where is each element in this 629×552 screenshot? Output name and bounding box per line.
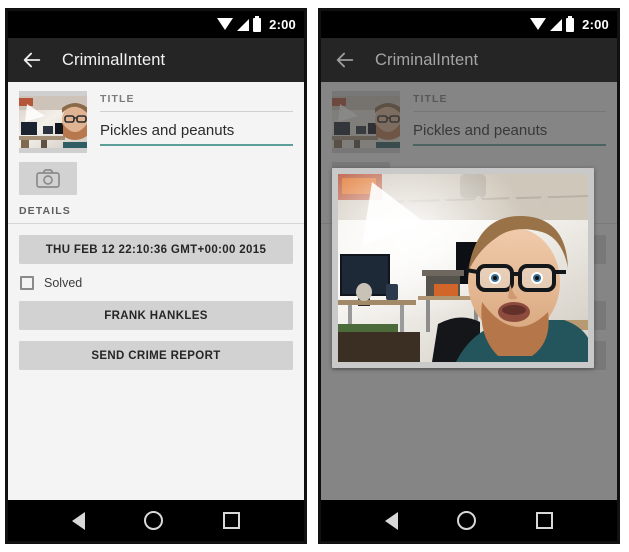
signal-icon	[550, 18, 563, 31]
title-top-divider	[413, 111, 606, 112]
title-input[interactable]: Pickles and peanuts	[100, 122, 293, 144]
phone-screen-right: 2:00 CriminalIntent TITLE Pickles and pe…	[318, 8, 620, 544]
crime-photo-fullsize	[338, 174, 588, 362]
battery-icon	[253, 15, 262, 32]
wifi-icon	[530, 18, 547, 30]
camera-icon	[36, 169, 60, 188]
signal-icon	[237, 18, 250, 31]
app-toolbar: CriminalIntent	[321, 38, 617, 82]
solved-checkbox-row[interactable]: Solved	[20, 276, 293, 290]
title-input-underline	[100, 144, 293, 146]
details-divider	[8, 223, 304, 224]
details-section-label: DETAILS	[19, 205, 71, 217]
title-field-label: TITLE	[100, 93, 135, 105]
battery-icon	[566, 15, 575, 32]
android-nav-bar	[321, 500, 617, 541]
status-icon-group: 2:00	[530, 15, 609, 32]
title-top-divider	[100, 111, 293, 112]
crime-photo-thumbnail	[19, 96, 87, 148]
status-bar: 2:00	[8, 11, 304, 38]
send-report-button[interactable]: SEND CRIME REPORT	[19, 341, 293, 370]
status-icon-group: 2:00	[217, 15, 296, 32]
wifi-icon	[217, 18, 234, 30]
nav-back-icon[interactable]	[384, 511, 398, 530]
back-arrow-icon[interactable]	[334, 49, 356, 71]
title-field-label: TITLE	[413, 93, 448, 105]
two-phone-screenshot-comparison: 2:00 CriminalIntent TITLE Pickles and pe…	[0, 0, 629, 552]
nav-recents-icon[interactable]	[223, 512, 241, 529]
title-row: TITLE Pickles and peanuts	[332, 91, 606, 153]
camera-button[interactable]	[19, 162, 77, 195]
phone-screen-left: 2:00 CriminalIntent TITLE Pickles and pe…	[5, 8, 307, 544]
title-field-column: TITLE Pickles and peanuts	[413, 91, 606, 146]
status-bar: 2:00	[321, 11, 617, 38]
photo-thumbnail-button[interactable]	[332, 91, 400, 153]
app-title: CriminalIntent	[375, 50, 479, 69]
app-toolbar: CriminalIntent	[8, 38, 304, 82]
title-row: TITLE Pickles and peanuts	[19, 91, 293, 153]
date-button[interactable]: THU FEB 12 22:10:36 GMT+00:00 2015	[19, 235, 293, 264]
title-field-column: TITLE Pickles and peanuts	[100, 91, 293, 146]
crime-photo-thumbnail	[332, 96, 400, 148]
status-clock: 2:00	[582, 17, 609, 32]
solved-checkbox[interactable]	[20, 276, 34, 290]
back-arrow-icon[interactable]	[21, 49, 43, 71]
solved-checkbox-label: Solved	[44, 276, 83, 290]
crime-detail-content: TITLE Pickles and peanuts DETAILS THU FE…	[8, 82, 304, 500]
title-input[interactable]: Pickles and peanuts	[413, 122, 606, 144]
photo-dialog[interactable]	[332, 168, 594, 368]
suspect-button[interactable]: FRANK HANKLES	[19, 301, 293, 330]
title-input-underline	[413, 144, 606, 146]
android-nav-bar	[8, 500, 304, 541]
nav-back-icon[interactable]	[71, 511, 85, 530]
nav-home-icon[interactable]	[144, 511, 164, 530]
crime-detail-content: TITLE Pickles and peanuts DETAILS THU FE…	[321, 82, 617, 500]
status-clock: 2:00	[269, 17, 296, 32]
nav-home-icon[interactable]	[457, 511, 477, 530]
photo-thumbnail-button[interactable]	[19, 91, 87, 153]
app-title: CriminalIntent	[62, 50, 166, 69]
nav-recents-icon[interactable]	[536, 512, 554, 529]
